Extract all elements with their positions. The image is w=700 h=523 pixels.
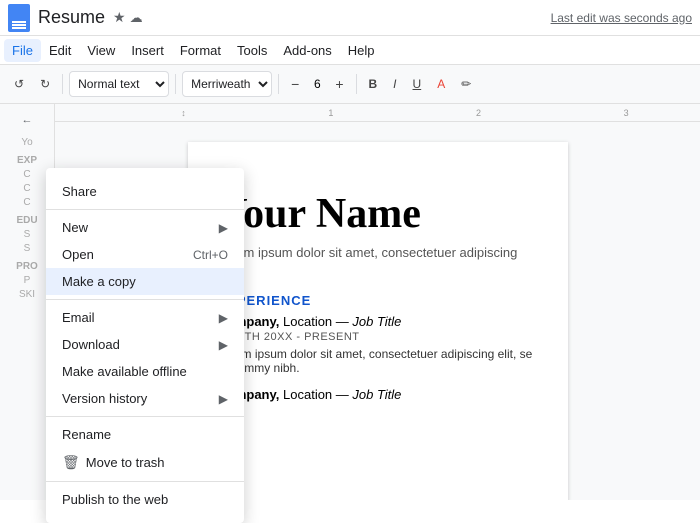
- dropdown-section-share: Share: [46, 174, 244, 210]
- doc-company1: Company, Location — Job Title: [218, 314, 538, 329]
- redo-button[interactable]: ↻: [34, 73, 56, 95]
- dropdown-item-trash[interactable]: 🗑 Move to trash: [46, 448, 244, 477]
- version-label: Version history: [62, 391, 147, 406]
- dropdown-section-rename: Rename 🗑 Move to trash: [46, 417, 244, 482]
- dropdown-item-new[interactable]: New ▶: [46, 214, 244, 241]
- menu-edit[interactable]: Edit: [41, 39, 79, 62]
- cloud-icon[interactable]: ☁: [130, 10, 143, 26]
- makecopy-label: Make a copy: [62, 274, 136, 289]
- dropdown-item-share[interactable]: Share: [46, 178, 244, 205]
- email-arrow-icon: ▶: [219, 311, 228, 325]
- offline-label: Make available offline: [62, 364, 187, 379]
- font-size-increase[interactable]: +: [329, 72, 349, 96]
- email-label: Email: [62, 310, 95, 325]
- doc-name: Your Name: [218, 191, 538, 237]
- sidebar-back[interactable]: ←: [4, 112, 50, 128]
- dropdown-item-offline[interactable]: Make available offline: [46, 358, 244, 385]
- toolbar-divider-2: [175, 74, 176, 94]
- doc-title: Resume: [38, 7, 105, 28]
- trash-label: Move to trash: [86, 455, 165, 470]
- doc-page: | Your Name Lorem ipsum dolor sit amet, …: [188, 142, 568, 500]
- share-label: Share: [62, 184, 97, 199]
- trash-icon: 🗑: [62, 454, 80, 471]
- sidebar-content: Yo EXP C C C EDU S S PRO P SKI: [4, 136, 50, 302]
- new-label: New: [62, 220, 88, 235]
- toolbar-divider-3: [278, 74, 279, 94]
- dropdown-item-email[interactable]: Email ▶: [46, 304, 244, 331]
- rename-label: Rename: [62, 427, 111, 442]
- main-area: ← Yo EXP C C C EDU S S PRO P SKI ↕ 1 2 3: [0, 104, 700, 500]
- dropdown-section-email: Email ▶ Download ▶ Make available offlin…: [46, 300, 244, 417]
- ruler-mark-1: 1: [328, 108, 333, 118]
- dropdown-section-new: New ▶ Open Ctrl+O Make a copy: [46, 210, 244, 300]
- menu-help[interactable]: Help: [340, 39, 383, 62]
- open-label: Open: [62, 247, 94, 262]
- bold-button[interactable]: B: [363, 73, 384, 95]
- doc-location2: Location —: [283, 387, 352, 402]
- doc-jobtitle1: Job Title: [352, 314, 401, 329]
- dropdown-item-makecopy[interactable]: Make a copy: [46, 268, 244, 295]
- underline-button[interactable]: U: [407, 73, 428, 95]
- menu-file[interactable]: File: [4, 39, 41, 62]
- dropdown-item-version[interactable]: Version history ▶: [46, 385, 244, 412]
- menu-addons[interactable]: Add-ons: [275, 39, 339, 62]
- toolbar-divider-1: [62, 74, 63, 94]
- doc-date1: MONTH 20XX - PRESENT: [218, 331, 538, 343]
- download-label: Download: [62, 337, 120, 352]
- font-select[interactable]: Merriweather...: [182, 71, 272, 97]
- top-bar: Resume ★ ☁ Last edit was seconds ago: [0, 0, 700, 36]
- style-select[interactable]: Normal text: [69, 71, 169, 97]
- doc-company2: Company, Location — Job Title: [218, 387, 538, 402]
- dropdown-item-rename[interactable]: Rename: [46, 421, 244, 448]
- font-size-decrease[interactable]: −: [285, 72, 305, 96]
- version-arrow-icon: ▶: [219, 392, 228, 406]
- dropdown-item-open[interactable]: Open Ctrl+O: [46, 241, 244, 268]
- last-edit-text: Last edit was seconds ago: [551, 11, 692, 25]
- download-arrow-icon: ▶: [219, 338, 228, 352]
- star-icon[interactable]: ★: [113, 9, 126, 26]
- menu-view[interactable]: View: [79, 39, 123, 62]
- font-color-button[interactable]: A: [431, 73, 451, 95]
- toolbar: ↺ ↻ Normal text Merriweather... − 6 + B …: [0, 64, 700, 104]
- menu-insert[interactable]: Insert: [123, 39, 172, 62]
- open-shortcut: Ctrl+O: [193, 248, 228, 262]
- doc-jobtitle2: Job Title: [352, 387, 401, 402]
- new-arrow-icon: ▶: [219, 221, 228, 235]
- ruler: ↕ 1 2 3: [55, 104, 700, 122]
- menu-bar: File Edit View Insert Format Tools Add-o…: [0, 36, 700, 64]
- doc-section1: EXPERIENCE: [218, 293, 538, 308]
- doc-cursor-line: |: [218, 172, 538, 187]
- toolbar-divider-4: [356, 74, 357, 94]
- undo-button[interactable]: ↺: [8, 73, 30, 95]
- ruler-marks: ↕ 1 2 3: [110, 108, 700, 118]
- menu-format[interactable]: Format: [172, 39, 229, 62]
- doc-subtitle: Lorem ipsum dolor sit amet, consectetuer…: [218, 245, 538, 275]
- menu-tools[interactable]: Tools: [229, 39, 275, 62]
- dropdown-item-download[interactable]: Download ▶: [46, 331, 244, 358]
- ruler-mark-3: 3: [624, 108, 629, 118]
- file-dropdown-menu: Share New ▶ Open Ctrl+O Make a copy Emai…: [46, 168, 244, 523]
- doc-body1: Lorem ipsum dolor sit amet, consectetuer…: [218, 347, 538, 375]
- font-size-value: 6: [309, 77, 325, 91]
- doc-location1: Location —: [283, 314, 352, 329]
- docs-icon: [8, 4, 30, 32]
- italic-button[interactable]: I: [387, 73, 402, 95]
- ruler-mark-0: ↕: [181, 108, 186, 118]
- highlight-button[interactable]: ✏: [455, 73, 477, 95]
- ruler-mark-2: 2: [476, 108, 481, 118]
